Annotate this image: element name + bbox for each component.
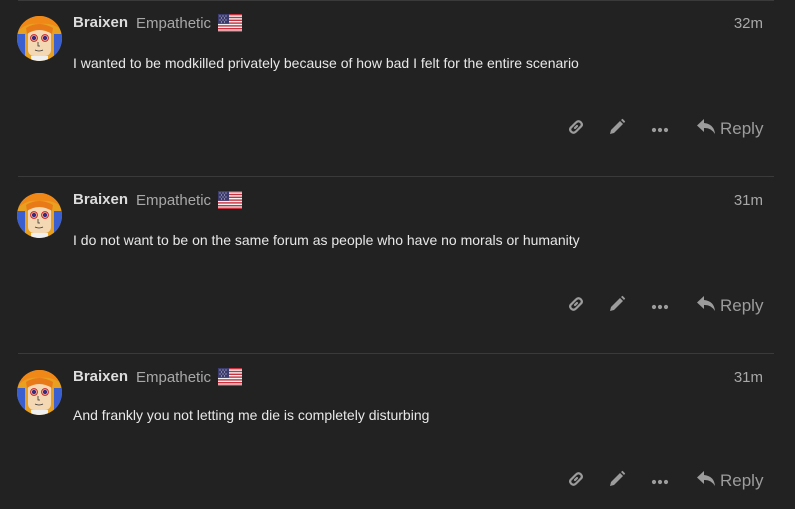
post: Braixen Empathetic 31m [0, 354, 775, 509]
username[interactable]: Braixen [73, 14, 128, 31]
user-title: Empathetic [136, 15, 212, 32]
reply-button[interactable]: Reply [696, 113, 768, 145]
more-actions-button[interactable] [646, 290, 674, 322]
us-flag-icon [218, 368, 242, 386]
post-date[interactable]: 31m [734, 369, 763, 386]
reply-label: Reply [720, 471, 764, 490]
more-actions-button[interactable] [646, 465, 674, 497]
reply-label: Reply [720, 296, 764, 315]
reply-arrow-icon [696, 470, 716, 493]
link-icon [567, 295, 585, 318]
reply-label: Reply [720, 119, 764, 138]
post-body: I do not want to be on the same forum as… [73, 232, 580, 248]
avatar[interactable] [17, 16, 62, 61]
edit-button[interactable] [603, 290, 631, 322]
post-body: And frankly you not letting me die is co… [73, 407, 430, 423]
pencil-icon [608, 295, 626, 318]
user-title: Empathetic [136, 192, 212, 209]
reply-button[interactable]: Reply [696, 290, 768, 322]
us-flag-icon [218, 191, 242, 209]
more-actions-button[interactable] [646, 113, 674, 145]
share-button[interactable] [562, 465, 590, 497]
username[interactable]: Braixen [73, 368, 128, 385]
post-date[interactable]: 32m [734, 15, 763, 32]
edit-button[interactable] [603, 113, 631, 145]
post-stream: Braixen Empathetic 32m I wanted to be mo… [0, 0, 795, 509]
ellipsis-icon [651, 120, 669, 138]
link-icon [567, 118, 585, 141]
post-date[interactable]: 31m [734, 192, 763, 209]
us-flag-icon [218, 14, 242, 32]
ellipsis-icon [651, 472, 669, 490]
username[interactable]: Braixen [73, 191, 128, 208]
user-title: Empathetic [136, 369, 212, 386]
pencil-icon [608, 470, 626, 493]
reply-arrow-icon [696, 295, 716, 318]
post: Braixen Empathetic 31m [0, 177, 775, 353]
edit-button[interactable] [603, 465, 631, 497]
post: Braixen Empathetic 32m I wanted to be mo… [0, 0, 775, 176]
avatar[interactable] [17, 370, 62, 415]
share-button[interactable] [562, 113, 590, 145]
post-body: I wanted to be modkilled privately becau… [73, 55, 579, 71]
avatar[interactable] [17, 193, 62, 238]
reply-button[interactable]: Reply [696, 465, 768, 497]
pencil-icon [608, 118, 626, 141]
reply-arrow-icon [696, 118, 716, 141]
link-icon [567, 470, 585, 493]
ellipsis-icon [651, 297, 669, 315]
share-button[interactable] [562, 290, 590, 322]
